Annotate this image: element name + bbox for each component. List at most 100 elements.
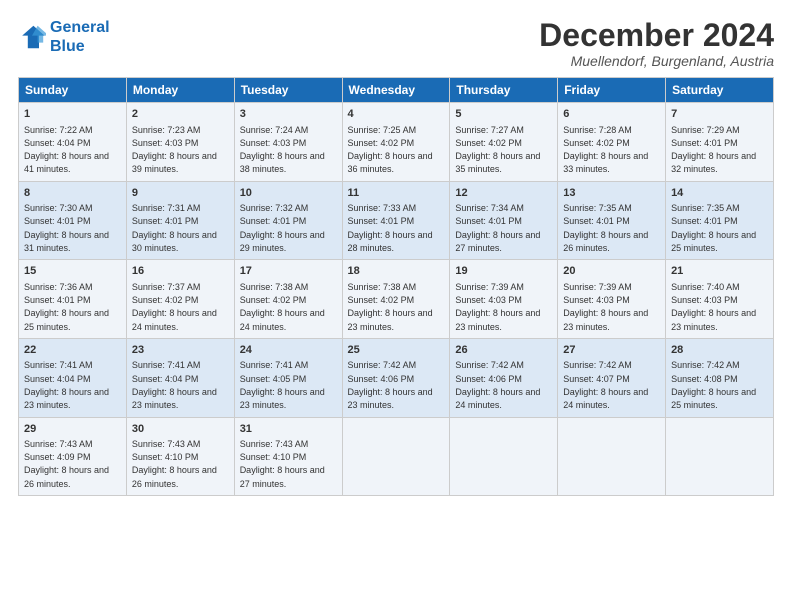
day-info: Sunrise: 7:35 AMSunset: 4:01 PMDaylight:… bbox=[671, 203, 756, 253]
day-cell: 28Sunrise: 7:42 AMSunset: 4:08 PMDayligh… bbox=[666, 338, 774, 417]
title-block: December 2024 Muellendorf, Burgenland, A… bbox=[539, 18, 774, 69]
col-header-tuesday: Tuesday bbox=[234, 78, 342, 103]
day-cell: 20 Sunrise: 7:39 AMSunset: 4:03 PMDayligh… bbox=[558, 260, 666, 339]
day-number: 14 bbox=[671, 186, 768, 201]
day-cell bbox=[342, 417, 450, 496]
day-number: 17 bbox=[240, 264, 337, 279]
day-number: 22 bbox=[24, 343, 121, 358]
day-info: Sunrise: 7:40 AMSunset: 4:03 PMDaylight:… bbox=[671, 282, 756, 332]
day-number: 15 bbox=[24, 264, 121, 279]
day-cell: 18Sunrise: 7:38 AMSunset: 4:02 PMDayligh… bbox=[342, 260, 450, 339]
day-cell: 26Sunrise: 7:42 AMSunset: 4:06 PMDayligh… bbox=[450, 338, 558, 417]
day-info: Sunrise: 7:38 AMSunset: 4:02 PMDaylight:… bbox=[240, 282, 325, 332]
day-number: 10 bbox=[240, 186, 337, 201]
logo-icon bbox=[18, 23, 46, 51]
day-cell: 30 Sunrise: 7:43 AMSunset: 4:10 PMDayligh… bbox=[126, 417, 234, 496]
day-cell: 5Sunrise: 7:27 AMSunset: 4:02 PMDaylight… bbox=[450, 103, 558, 182]
week-row-3: 15 Sunrise: 7:36 AMSunset: 4:01 PMDayligh… bbox=[19, 260, 774, 339]
day-cell: 27Sunrise: 7:42 AMSunset: 4:07 PMDayligh… bbox=[558, 338, 666, 417]
day-cell: 22 Sunrise: 7:41 AMSunset: 4:04 PMDayligh… bbox=[19, 338, 127, 417]
day-cell: 9Sunrise: 7:31 AMSunset: 4:01 PMDaylight… bbox=[126, 181, 234, 260]
col-header-friday: Friday bbox=[558, 78, 666, 103]
day-info: Sunrise: 7:36 AMSunset: 4:01 PMDaylight:… bbox=[24, 282, 109, 332]
day-cell bbox=[558, 417, 666, 496]
day-cell: 25 Sunrise: 7:42 AMSunset: 4:06 PMDayligh… bbox=[342, 338, 450, 417]
day-cell: 8 Sunrise: 7:30 AMSunset: 4:01 PMDaylight… bbox=[19, 181, 127, 260]
day-info: Sunrise: 7:42 AMSunset: 4:06 PMDaylight:… bbox=[348, 360, 433, 410]
col-header-saturday: Saturday bbox=[666, 78, 774, 103]
day-info: Sunrise: 7:39 AMSunset: 4:03 PMDaylight:… bbox=[455, 282, 540, 332]
day-cell: 1Sunrise: 7:22 AMSunset: 4:04 PMDaylight… bbox=[19, 103, 127, 182]
day-info: Sunrise: 7:37 AMSunset: 4:02 PMDaylight:… bbox=[132, 282, 217, 332]
day-info: Sunrise: 7:32 AMSunset: 4:01 PMDaylight:… bbox=[240, 203, 325, 253]
day-info: Sunrise: 7:43 AMSunset: 4:10 PMDaylight:… bbox=[132, 439, 217, 489]
day-info: Sunrise: 7:43 AMSunset: 4:10 PMDaylight:… bbox=[240, 439, 325, 489]
day-info: Sunrise: 7:34 AMSunset: 4:01 PMDaylight:… bbox=[455, 203, 540, 253]
day-cell: 23 Sunrise: 7:41 AMSunset: 4:04 PMDayligh… bbox=[126, 338, 234, 417]
day-number: 23 bbox=[132, 343, 229, 358]
day-cell: 31 Sunrise: 7:43 AMSunset: 4:10 PMDayligh… bbox=[234, 417, 342, 496]
day-info: Sunrise: 7:42 AMSunset: 4:07 PMDaylight:… bbox=[563, 360, 648, 410]
day-info: Sunrise: 7:33 AMSunset: 4:01 PMDaylight:… bbox=[348, 203, 433, 253]
day-number: 13 bbox=[563, 186, 660, 201]
day-info: Sunrise: 7:41 AMSunset: 4:04 PMDaylight:… bbox=[132, 360, 217, 410]
day-info: Sunrise: 7:35 AMSunset: 4:01 PMDaylight:… bbox=[563, 203, 648, 253]
day-number: 18 bbox=[348, 264, 445, 279]
calendar-table: SundayMondayTuesdayWednesdayThursdayFrid… bbox=[18, 77, 774, 496]
day-info: Sunrise: 7:28 AMSunset: 4:02 PMDaylight:… bbox=[563, 125, 648, 175]
day-number: 16 bbox=[132, 264, 229, 279]
day-cell: 7Sunrise: 7:29 AMSunset: 4:01 PMDaylight… bbox=[666, 103, 774, 182]
day-info: Sunrise: 7:42 AMSunset: 4:06 PMDaylight:… bbox=[455, 360, 540, 410]
col-header-wednesday: Wednesday bbox=[342, 78, 450, 103]
day-number: 20 bbox=[563, 264, 660, 279]
day-cell: 11 Sunrise: 7:33 AMSunset: 4:01 PMDayligh… bbox=[342, 181, 450, 260]
main-title: December 2024 bbox=[539, 18, 774, 53]
logo-line2: Blue bbox=[50, 38, 85, 55]
day-number: 12 bbox=[455, 186, 552, 201]
col-header-thursday: Thursday bbox=[450, 78, 558, 103]
day-number: 11 bbox=[348, 186, 445, 201]
col-header-monday: Monday bbox=[126, 78, 234, 103]
day-number: 19 bbox=[455, 264, 552, 279]
day-number: 25 bbox=[348, 343, 445, 358]
day-cell: 21Sunrise: 7:40 AMSunset: 4:03 PMDayligh… bbox=[666, 260, 774, 339]
day-cell: 3Sunrise: 7:24 AMSunset: 4:03 PMDaylight… bbox=[234, 103, 342, 182]
day-number: 24 bbox=[240, 343, 337, 358]
day-number: 31 bbox=[240, 422, 337, 437]
week-row-1: 1Sunrise: 7:22 AMSunset: 4:04 PMDaylight… bbox=[19, 103, 774, 182]
day-cell: 17 Sunrise: 7:38 AMSunset: 4:02 PMDayligh… bbox=[234, 260, 342, 339]
day-cell: 10 Sunrise: 7:32 AMSunset: 4:01 PMDayligh… bbox=[234, 181, 342, 260]
week-row-2: 8 Sunrise: 7:30 AMSunset: 4:01 PMDaylight… bbox=[19, 181, 774, 260]
day-cell: 24 Sunrise: 7:41 AMSunset: 4:05 PMDayligh… bbox=[234, 338, 342, 417]
logo: General Blue bbox=[18, 18, 110, 56]
day-info: Sunrise: 7:31 AMSunset: 4:01 PMDaylight:… bbox=[132, 203, 217, 253]
day-cell: 4Sunrise: 7:25 AMSunset: 4:02 PMDaylight… bbox=[342, 103, 450, 182]
day-info: Sunrise: 7:23 AMSunset: 4:03 PMDaylight:… bbox=[132, 125, 217, 175]
day-info: Sunrise: 7:39 AMSunset: 4:03 PMDaylight:… bbox=[563, 282, 648, 332]
header: General Blue December 2024 Muellendorf, … bbox=[18, 18, 774, 69]
day-cell: 29Sunrise: 7:43 AMSunset: 4:09 PMDayligh… bbox=[19, 417, 127, 496]
day-cell: 16 Sunrise: 7:37 AMSunset: 4:02 PMDayligh… bbox=[126, 260, 234, 339]
day-number: 30 bbox=[132, 422, 229, 437]
day-cell: 14 Sunrise: 7:35 AMSunset: 4:01 PMDayligh… bbox=[666, 181, 774, 260]
day-number: 1 bbox=[24, 107, 121, 122]
day-info: Sunrise: 7:41 AMSunset: 4:05 PMDaylight:… bbox=[240, 360, 325, 410]
day-cell bbox=[450, 417, 558, 496]
day-number: 29 bbox=[24, 422, 121, 437]
logo-line1: General bbox=[50, 19, 110, 36]
subtitle: Muellendorf, Burgenland, Austria bbox=[539, 53, 774, 69]
page: General Blue December 2024 Muellendorf, … bbox=[0, 0, 792, 612]
day-cell: 6 Sunrise: 7:28 AMSunset: 4:02 PMDaylight… bbox=[558, 103, 666, 182]
week-row-4: 22 Sunrise: 7:41 AMSunset: 4:04 PMDayligh… bbox=[19, 338, 774, 417]
day-cell: 12 Sunrise: 7:34 AMSunset: 4:01 PMDayligh… bbox=[450, 181, 558, 260]
day-number: 2 bbox=[132, 107, 229, 122]
day-info: Sunrise: 7:41 AMSunset: 4:04 PMDaylight:… bbox=[24, 360, 109, 410]
day-info: Sunrise: 7:42 AMSunset: 4:08 PMDaylight:… bbox=[671, 360, 756, 410]
day-number: 7 bbox=[671, 107, 768, 122]
logo-text: General Blue bbox=[50, 18, 110, 56]
day-info: Sunrise: 7:30 AMSunset: 4:01 PMDaylight:… bbox=[24, 203, 109, 253]
day-number: 6 bbox=[563, 107, 660, 122]
day-cell: 13 Sunrise: 7:35 AMSunset: 4:01 PMDayligh… bbox=[558, 181, 666, 260]
col-header-sunday: Sunday bbox=[19, 78, 127, 103]
day-number: 8 bbox=[24, 186, 121, 201]
